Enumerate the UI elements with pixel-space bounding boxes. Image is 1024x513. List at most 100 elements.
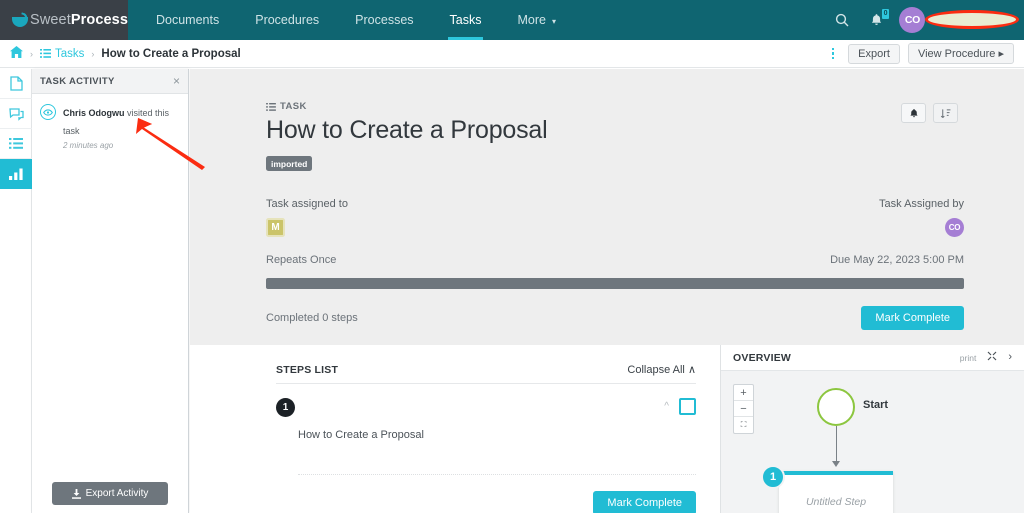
diagram-step-label: Untitled Step: [805, 496, 867, 508]
breadcrumb: › Tasks › How to Create a Proposal: [10, 46, 241, 61]
task-activity-title: TASK ACTIVITY: [40, 75, 115, 87]
step-checkbox[interactable]: [679, 398, 696, 415]
more-options-icon[interactable]: [826, 47, 841, 60]
brand-logo[interactable]: SweetProcess: [0, 0, 128, 40]
task-activity-header: TASK ACTIVITY ×: [32, 69, 188, 94]
zoom-out-button[interactable]: −: [734, 401, 753, 417]
steps-list-title: STEPS LIST: [276, 364, 339, 376]
zoom-in-button[interactable]: +: [734, 385, 753, 401]
left-icon-rail: [0, 69, 32, 513]
nav-label: Tasks: [449, 13, 482, 27]
overview-diagram-canvas[interactable]: + − ⛶ Start Untitled Step 1: [721, 371, 1024, 513]
comments-icon: [8, 107, 24, 121]
sweetprocess-bowl-icon: [12, 11, 29, 28]
breadcrumb-separator: ›: [30, 48, 33, 59]
task-list-icon: [266, 102, 276, 111]
nav-item-more[interactable]: More ▾: [499, 0, 574, 40]
nav-item-tasks[interactable]: Tasks: [432, 0, 500, 40]
reminder-bell-icon[interactable]: [901, 103, 926, 123]
assigned-to-label: Task assigned to: [266, 197, 348, 210]
document-icon: [9, 76, 23, 91]
assignment-row: Task assigned to M Task Assigned by CO: [266, 198, 964, 237]
diagram-step-node[interactable]: Untitled Step: [779, 471, 893, 513]
mark-complete-button-step[interactable]: Mark Complete: [593, 491, 696, 513]
collapse-all-label: Collapse All: [627, 364, 685, 376]
breadcrumb-item-tasks[interactable]: Tasks: [40, 48, 84, 60]
assignee-avatar[interactable]: M: [266, 217, 285, 237]
step-row-actions: ^: [664, 398, 696, 415]
rail-item-activity[interactable]: [0, 159, 32, 189]
nav-item-processes[interactable]: Processes: [337, 0, 431, 40]
expand-icon[interactable]: [987, 351, 997, 364]
mark-complete-button-header[interactable]: Mark Complete: [861, 305, 964, 330]
activity-entry-text: Chris Odogwu visited this task: [63, 108, 169, 136]
bar-chart-icon: [9, 168, 23, 180]
task-kicker: TASK: [266, 101, 964, 112]
lower-split: STEPS LIST Collapse All ∧ 1 ^ How to Cre…: [190, 345, 1024, 513]
rail-item-comments[interactable]: [0, 99, 32, 129]
nav-item-documents[interactable]: Documents: [138, 0, 237, 40]
notifications-bell-icon[interactable]: 0: [859, 0, 893, 40]
view-procedure-button[interactable]: View Procedure ▸: [907, 43, 1014, 64]
task-status-row: Completed 0 steps Mark Complete: [266, 305, 964, 330]
next-chevron-right-icon[interactable]: ›: [1008, 352, 1012, 363]
chevron-up-icon: ∧: [687, 364, 696, 376]
overview-actions: print ›: [960, 351, 1012, 364]
rail-item-steps[interactable]: [0, 129, 32, 159]
nav-label: More: [517, 13, 546, 27]
overview-panel: OVERVIEW print › + − ⛶ Start Untitled St…: [720, 345, 1024, 513]
task-header-tools: [901, 103, 958, 123]
task-header-panel: TASK How to Create a Proposal imported T…: [190, 69, 1024, 345]
home-icon[interactable]: [10, 46, 23, 61]
breadcrumb-current: How to Create a Proposal: [101, 47, 241, 60]
task-meta-row: Repeats Once Due May 22, 2023 5:00 PM: [266, 254, 964, 266]
rail-item-documents[interactable]: [0, 69, 32, 99]
sort-order-icon[interactable]: [933, 103, 958, 123]
repeats-label: Repeats Once: [266, 253, 337, 266]
zoom-fit-button[interactable]: ⛶: [734, 417, 753, 433]
search-icon[interactable]: [825, 0, 859, 40]
diagram-start-node[interactable]: [817, 388, 855, 426]
overview-header: OVERVIEW print ›: [721, 345, 1024, 371]
brand-name-light: Sweet: [30, 12, 71, 28]
step-divider: [298, 474, 696, 475]
export-activity-button[interactable]: Export Activity: [51, 482, 169, 505]
step-text: How to Create a Proposal: [298, 429, 424, 441]
nav-item-procedures[interactable]: Procedures: [237, 0, 337, 40]
collapse-all-button[interactable]: Collapse All ∧: [627, 363, 696, 376]
breadcrumb-actions: Export View Procedure ▸: [826, 43, 1014, 64]
diagram-zoom-controls: + − ⛶: [733, 384, 754, 434]
due-date-label: Due May 22, 2023 5:00 PM: [830, 253, 964, 266]
nav-label: Processes: [355, 13, 414, 27]
close-icon[interactable]: ×: [173, 74, 180, 88]
chevron-up-icon[interactable]: ^: [664, 401, 669, 412]
chevron-down-icon: ▾: [551, 16, 556, 26]
completed-steps-label: Completed 0 steps: [266, 311, 358, 324]
export-activity-container: Export Activity: [32, 482, 188, 505]
list-icon: [40, 49, 51, 58]
page-title: How to Create a Proposal: [266, 116, 548, 144]
diagram-start-label: Start: [863, 399, 889, 411]
steps-footer: Mark Complete: [276, 491, 696, 513]
top-navigation-bar: SweetProcess Documents Procedures Proces…: [0, 0, 1024, 40]
breadcrumb-tasks-label: Tasks: [55, 47, 85, 60]
primary-nav: Documents Procedures Processes Tasks Mor…: [138, 0, 574, 40]
assigned-by-block: Task Assigned by CO: [879, 198, 964, 237]
nav-right-tools: 0 CO ▾: [825, 0, 1024, 40]
user-menu[interactable]: [925, 0, 1020, 40]
assigner-avatar[interactable]: CO: [945, 217, 964, 237]
assigned-by-label: Task Assigned by: [879, 197, 964, 210]
user-avatar[interactable]: CO: [899, 7, 926, 33]
activity-timestamp: 2 minutes ago: [63, 141, 114, 150]
diagram-edge-arrow-icon: [832, 461, 840, 467]
step-row: 1 ^: [276, 398, 696, 417]
activity-user-name: Chris Odogwu: [63, 108, 125, 118]
print-button[interactable]: print: [960, 353, 977, 363]
nav-label: Procedures: [255, 13, 320, 27]
eye-icon: [40, 104, 56, 120]
steps-list-header: STEPS LIST Collapse All ∧: [276, 363, 696, 384]
breadcrumb-separator: ›: [91, 48, 95, 59]
export-button[interactable]: Export: [848, 43, 900, 64]
notification-count-badge: 0: [881, 9, 890, 19]
redaction-ellipse-annotation: [925, 10, 1020, 29]
